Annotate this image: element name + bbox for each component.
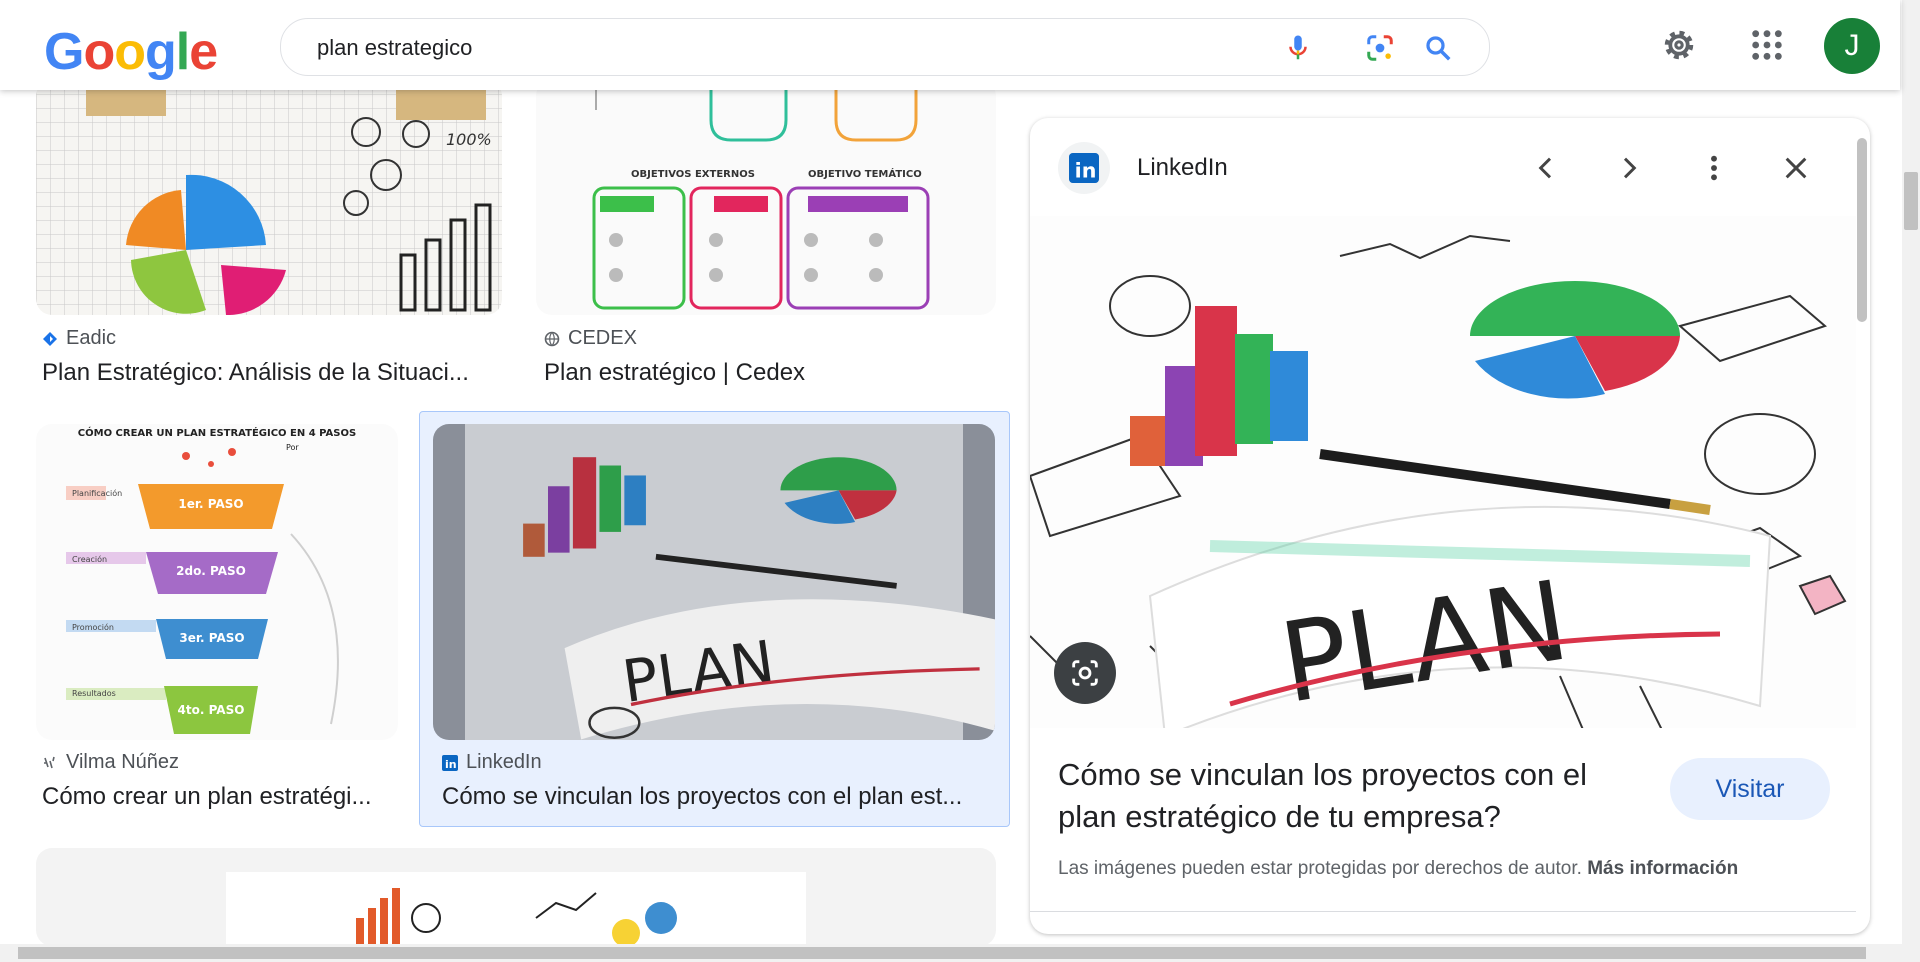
search-box[interactable]: plan estrategico bbox=[280, 18, 1490, 76]
cedex-heading-external: OBJETIVOS EXTERNOS bbox=[631, 169, 755, 180]
page-vertical-scroll-thumb[interactable] bbox=[1904, 172, 1918, 230]
sparkle-favicon-icon bbox=[44, 756, 55, 768]
globe-icon bbox=[544, 331, 560, 347]
settings-gear-icon[interactable] bbox=[1660, 26, 1698, 64]
more-info-link[interactable]: Más información bbox=[1587, 858, 1738, 879]
apps-grid-icon[interactable] bbox=[1750, 28, 1784, 62]
account-avatar[interactable]: J bbox=[1824, 18, 1880, 74]
svg-text:in: in bbox=[1075, 158, 1097, 182]
page-vertical-scrollbar[interactable] bbox=[1902, 0, 1920, 962]
panel-divider bbox=[1030, 911, 1856, 912]
result-source-cedex[interactable]: CEDEX bbox=[544, 327, 637, 350]
funnel-title: CÓMO CREAR UN PLAN ESTRATÉGICO EN 4 PASO… bbox=[78, 426, 356, 439]
lens-icon[interactable] bbox=[1365, 33, 1395, 63]
cedex-heading-thematic: OBJETIVO TEMÁTICO bbox=[808, 167, 922, 180]
linkedin-logo-icon: in bbox=[1069, 153, 1099, 183]
linkedin-favicon-icon: in bbox=[442, 754, 458, 771]
result-source-vilma[interactable]: Vilma Núñez bbox=[42, 751, 179, 774]
svg-text:in: in bbox=[445, 758, 457, 771]
plan-image-large: PLAN bbox=[1030, 216, 1856, 728]
result-thumbnail-next[interactable] bbox=[36, 848, 996, 946]
result-source-linkedin[interactable]: in LinkedIn bbox=[442, 751, 542, 774]
chevron-right-icon[interactable] bbox=[1613, 152, 1645, 184]
chevron-left-icon[interactable] bbox=[1530, 152, 1562, 184]
copyright-notice: Las imágenes pueden estar protegidas por… bbox=[1058, 858, 1739, 879]
more-options-icon[interactable] bbox=[1698, 152, 1730, 184]
panel-source-favicon: in bbox=[1058, 142, 1110, 194]
result-title-cedex[interactable]: Plan estratégico | Cedex bbox=[544, 359, 994, 387]
funnel-step-4: 4to. PASO bbox=[178, 703, 245, 717]
result-source-eadic[interactable]: Eadic bbox=[42, 327, 116, 350]
cedex-infographic-image: OBJETIVOS EXTERNOS OBJETIVO TEMÁTICO bbox=[592, 80, 930, 310]
lens-camera-icon bbox=[1072, 660, 1098, 686]
result-thumbnail-eadic[interactable]: 100% bbox=[36, 80, 502, 315]
top-bar: Google plan estrategico J bbox=[0, 0, 1900, 90]
funnel-step-1: 1er. PASO bbox=[178, 497, 243, 511]
result-title-vilma[interactable]: Cómo crear un plan estratégi... bbox=[42, 783, 398, 811]
plan-image-small: PLAN bbox=[465, 424, 995, 740]
visit-button[interactable]: Visitar bbox=[1670, 758, 1830, 820]
funnel-stage-4: Resultados bbox=[72, 689, 116, 698]
result-title-linkedin[interactable]: Cómo se vinculan los proyectos con el pl… bbox=[442, 783, 984, 811]
funnel-step-3: 3er. PASO bbox=[179, 631, 244, 645]
microphone-icon[interactable] bbox=[1283, 33, 1313, 63]
close-icon[interactable] bbox=[1780, 152, 1812, 184]
funnel-step-2: 2do. PASO bbox=[176, 564, 246, 578]
page-horizontal-scroll-thumb[interactable] bbox=[18, 947, 1866, 959]
funnel-stage-3: Promoción bbox=[72, 622, 114, 632]
result-thumbnail-cedex[interactable]: OBJETIVOS EXTERNOS OBJETIVO TEMÁTICO bbox=[536, 80, 996, 315]
funnel-stage-2: Creación bbox=[72, 554, 107, 564]
search-input[interactable]: plan estrategico bbox=[317, 35, 472, 61]
panel-scrollbar[interactable] bbox=[1857, 138, 1867, 322]
plan-pie-chart-image: 100% bbox=[36, 80, 502, 315]
panel-title[interactable]: Cómo se vinculan los proyectos con el pl… bbox=[1058, 754, 1638, 838]
search-icon[interactable] bbox=[1423, 33, 1453, 63]
panel-source-name[interactable]: LinkedIn bbox=[1137, 154, 1228, 182]
funnel-stage-1: Planificación bbox=[72, 488, 122, 498]
lens-search-button[interactable] bbox=[1054, 642, 1116, 704]
result-thumbnail-linkedin[interactable]: PLAN bbox=[433, 424, 995, 740]
funnel-author: Por bbox=[286, 443, 299, 452]
google-logo[interactable]: Google bbox=[44, 22, 218, 82]
svg-text:100%: 100% bbox=[446, 130, 492, 149]
result-title-eadic[interactable]: Plan Estratégico: Análisis de la Situaci… bbox=[42, 359, 502, 387]
result-thumbnail-vilma[interactable]: CÓMO CREAR UN PLAN ESTRATÉGICO EN 4 PASO… bbox=[36, 424, 398, 740]
preview-panel: in LinkedIn PLAN Cómo se vinculan los pr… bbox=[1030, 118, 1870, 934]
funnel-infographic-image: CÓMO CREAR UN PLAN ESTRATÉGICO EN 4 PASO… bbox=[66, 426, 356, 734]
eadic-favicon-icon bbox=[43, 331, 57, 346]
panel-preview-image[interactable]: PLAN bbox=[1030, 216, 1856, 728]
idea-collage-image bbox=[226, 872, 806, 946]
